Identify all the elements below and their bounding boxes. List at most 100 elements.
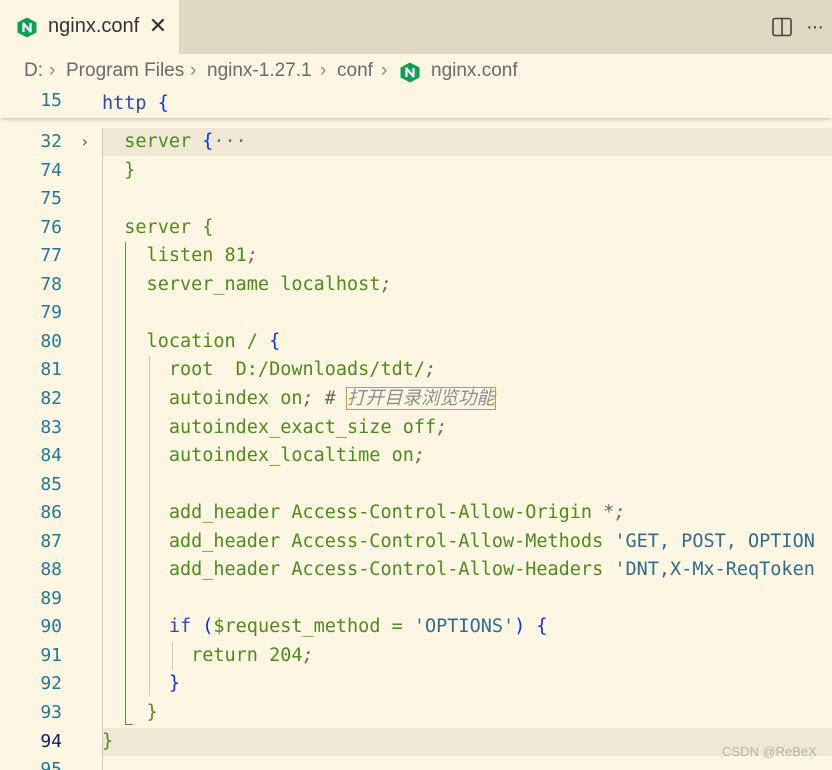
code-text: location / { <box>102 328 281 356</box>
line-number: 84 <box>40 445 62 467</box>
code-token: 81 <box>224 245 247 267</box>
close-icon[interactable]: ✕ <box>147 13 169 39</box>
line-number: 74 <box>40 159 62 181</box>
code-token: { <box>157 93 169 114</box>
breadcrumb-drive[interactable]: D: <box>24 60 43 82</box>
code-text: autoindex on; # 打开目录浏览功能 <box>102 385 497 413</box>
code-text: add_header Access-Control-Allow-Origin *… <box>102 499 626 527</box>
code-token: } <box>102 730 114 752</box>
nginx-icon <box>17 17 37 38</box>
tab-bar: nginx.conf ✕ ··· <box>0 0 832 54</box>
code-text: return 204; <box>102 642 314 670</box>
code-text: autoindex_localtime on; <box>102 442 425 470</box>
code-token: $request_method = <box>213 616 414 638</box>
code-text: add_header Access-Control-Allow-Headers … <box>102 556 815 584</box>
line-number: 95 <box>40 759 62 770</box>
code-token: } <box>102 673 180 695</box>
breadcrumb-program-files[interactable]: Program Files <box>66 60 184 82</box>
code-token: ; <box>380 273 392 295</box>
code-token: 'DNT,X-Mx-ReqToken <box>614 559 815 581</box>
code-token: location / <box>102 330 270 352</box>
code-token: } <box>102 702 158 723</box>
line-number: 90 <box>40 616 62 638</box>
indent-guide <box>125 723 133 725</box>
code-text: server_name localhost; <box>102 271 392 299</box>
code-comment: 打开目录浏览功能 <box>346 386 497 410</box>
code-token: add_header Access-Control-Allow-Methods <box>102 530 615 552</box>
code-token: 'OPTIONS' <box>413 616 515 638</box>
line-number: 91 <box>40 644 62 666</box>
watermark: CSDN @ReBeX <box>722 744 817 759</box>
indent-guide <box>172 641 173 671</box>
code-token: server <box>102 131 203 152</box>
breadcrumb-separator: › <box>49 60 56 81</box>
code-line[interactable]: 32 server {··· › <box>40 128 832 156</box>
line-number: 87 <box>40 530 62 552</box>
code-token: ; <box>413 445 426 467</box>
code-token: http <box>102 93 147 114</box>
code-token: root D:/Downloads/tdt/ <box>102 359 426 381</box>
code-token: listen <box>102 245 225 267</box>
code-token: ( <box>202 616 214 638</box>
code-token: server_name localhost <box>102 273 381 295</box>
breadcrumb-conf[interactable]: conf <box>337 60 373 82</box>
code-text: autoindex_exact_size off; <box>102 414 447 442</box>
code-token: if <box>102 616 203 638</box>
line-number: 92 <box>40 673 62 695</box>
code-text: server { <box>102 214 213 242</box>
code-text: } <box>102 157 135 185</box>
tab-nginx-conf[interactable]: nginx.conf ✕ <box>0 0 179 54</box>
line-number: 83 <box>40 416 62 438</box>
indent-guide <box>149 356 150 695</box>
code-token: } <box>102 159 136 181</box>
line-number: 78 <box>40 273 62 295</box>
tab-label: nginx.conf <box>48 15 140 37</box>
breadcrumb-separator: › <box>381 60 388 81</box>
fold-chevron-icon[interactable]: › <box>78 128 92 156</box>
breadcrumb-nginx-folder[interactable]: nginx-1.27.1 <box>207 60 312 82</box>
code-line[interactable]: 74 } <box>0 157 832 185</box>
line-number: 82 <box>40 387 62 409</box>
code-token: ; <box>436 416 448 438</box>
code-token: autoindex_exact_size off <box>102 416 437 438</box>
breadcrumb-file[interactable]: nginx.conf <box>431 60 518 82</box>
code-token: add_header Access-Control-Allow-Origin <box>102 502 604 524</box>
code-token: ··· <box>213 131 247 152</box>
code-token: ; # <box>302 387 348 409</box>
sticky-code: http { <box>102 90 169 118</box>
line-number: 81 <box>40 359 62 381</box>
line-number: 32 <box>40 131 62 152</box>
code-line[interactable]: 95 <box>0 756 832 770</box>
line-number: 77 <box>40 245 62 267</box>
line-number: 15 <box>40 90 62 111</box>
code-token: { <box>202 131 214 152</box>
line-number: 75 <box>40 188 62 210</box>
code-text: } <box>102 728 113 756</box>
code-line[interactable]: 76 server { <box>0 214 832 242</box>
code-token: ; <box>246 245 258 267</box>
line-number: 93 <box>40 702 62 723</box>
code-text: root D:/Downloads/tdt/; <box>102 356 436 384</box>
code-editor[interactable]: 15 http { 32 server {··· › 74 } 75 76 server… <box>0 90 832 770</box>
code-token: add_header Access-Control-Allow-Headers <box>102 559 615 581</box>
breadcrumb: D: › Program Files › nginx-1.27.1 › conf… <box>0 54 832 90</box>
code-line[interactable]: 75 <box>0 185 832 213</box>
code-token: autoindex on <box>102 387 303 409</box>
code-token: server <box>102 216 203 238</box>
line-number: 86 <box>40 502 62 524</box>
code-text: } <box>102 670 180 698</box>
line-number: 88 <box>40 559 62 581</box>
code-text: server {··· <box>102 128 247 156</box>
line-number: 80 <box>40 330 62 352</box>
code-token: *; <box>603 502 626 524</box>
split-editor-icon[interactable] <box>772 17 792 37</box>
sticky-scroll-line[interactable]: 15 http { <box>0 90 832 118</box>
breadcrumb-separator: › <box>320 60 327 81</box>
nginx-icon <box>400 62 420 83</box>
code-text: if ($request_method = 'OPTIONS') { <box>102 613 548 641</box>
more-actions-icon[interactable]: ··· <box>806 14 832 40</box>
code-token: { <box>202 216 214 238</box>
line-number: 76 <box>40 216 62 238</box>
code-token: return 204 <box>102 644 303 666</box>
code-token: { <box>269 330 281 352</box>
